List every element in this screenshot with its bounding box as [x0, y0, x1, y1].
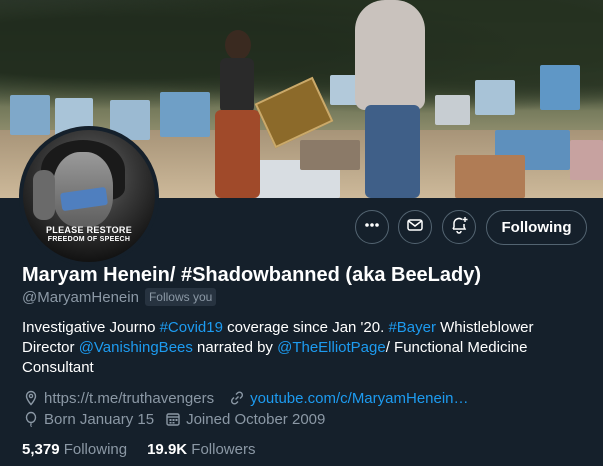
- profile-bio: Investigative Journo #Covid19 coverage s…: [22, 318, 582, 378]
- followers-label: Followers: [191, 441, 256, 458]
- avatar-caption-line1: PLEASE RESTORE: [45, 225, 133, 235]
- handle-row: @MaryamHenein Follows you: [22, 288, 217, 306]
- beehive: [435, 95, 470, 125]
- hashtag-bayer-link[interactable]: #Bayer: [388, 319, 436, 336]
- bio-text: narrated by: [192, 339, 278, 356]
- followers-stat[interactable]: 19.9K Followers: [147, 441, 255, 458]
- profile-avatar[interactable]: PLEASE RESTORE FREEDOM OF SPEECH: [19, 126, 159, 266]
- hashtag-covid19-link[interactable]: #Covid19: [160, 319, 223, 336]
- beehive: [160, 92, 210, 137]
- profile-website-link[interactable]: youtube.com/c/MaryamHenein…: [250, 390, 468, 407]
- bio-text: coverage since Jan '20.: [222, 319, 389, 336]
- more-icon: [363, 216, 381, 239]
- profile-joined: Joined October 2009: [186, 410, 326, 428]
- beehive: [570, 140, 603, 180]
- beehive: [10, 95, 50, 135]
- follows-you-badge: Follows you: [144, 288, 217, 306]
- location-icon: [22, 389, 40, 407]
- profile-handle: @MaryamHenein: [22, 288, 139, 306]
- envelope-icon: [406, 216, 424, 239]
- mention-theelliotpage-link[interactable]: @TheElliotPage: [277, 339, 386, 356]
- profile-name: Maryam Henein/ #Shadowbanned (aka BeeLad…: [22, 264, 482, 286]
- beekeeper-suit: [345, 0, 435, 198]
- bell-plus-icon: [449, 215, 469, 240]
- followers-count: 19.9K: [147, 441, 188, 458]
- profile-stats: 5,379 Following 19.9K Followers: [22, 441, 255, 458]
- following-label: Following: [63, 441, 128, 458]
- beehive: [475, 80, 515, 115]
- following-count: 5,379: [22, 441, 60, 458]
- balloon-icon: [22, 410, 40, 428]
- avatar-caption-line2: FREEDOM OF SPEECH: [47, 236, 131, 243]
- more-button[interactable]: [355, 210, 389, 244]
- following-button[interactable]: Following: [486, 210, 587, 245]
- profile-meta-row-2: Born January 15 Joined October 2009: [22, 410, 325, 428]
- link-icon: [228, 389, 246, 407]
- notifications-button[interactable]: [442, 210, 476, 244]
- beehive: [540, 65, 580, 110]
- beehive: [455, 155, 525, 198]
- bio-text: Investigative Journo: [22, 319, 160, 336]
- message-button[interactable]: [398, 210, 432, 244]
- calendar-icon: [164, 410, 182, 428]
- avatar-hand: [33, 170, 55, 220]
- profile-location: https://t.me/truthavengers: [44, 389, 215, 407]
- profile-meta-row-1: https://t.me/truthavengers youtube.com/c…: [22, 389, 469, 407]
- mention-vanishingbees-link[interactable]: @VanishingBees: [79, 339, 193, 356]
- profile-birthday: Born January 15: [44, 410, 155, 428]
- following-stat[interactable]: 5,379 Following: [22, 441, 127, 458]
- beekeeper-woman: [215, 30, 260, 198]
